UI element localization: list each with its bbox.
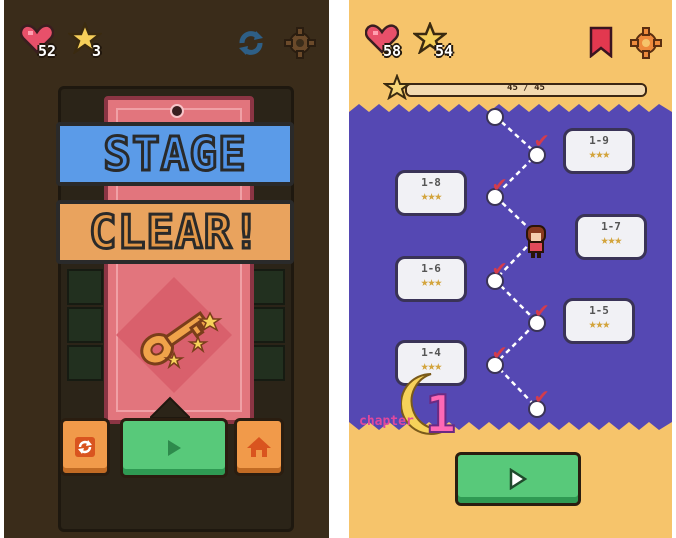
level-stars: ★★★ [588,147,610,162]
progress-star-icon [383,74,411,100]
level-bubble-1-5[interactable]: 1-5 ★★★ [563,298,635,344]
home-icon [247,437,271,457]
level-label: 1-8 [421,176,441,189]
checkmark-icon: ✔ [493,340,507,365]
restart-icon [75,437,95,457]
chapter-progress-bar: 45 / 45 [405,83,647,97]
board-cell [249,345,285,381]
level-stars: ★★★ [600,233,622,248]
stars-count: 3 [92,42,102,60]
board-cell [67,307,103,343]
banner-notch [150,396,190,418]
hearts-count: 52 [38,42,57,60]
level-bubble-1-9[interactable]: 1-9 ★★★ [563,128,635,174]
stage-title: STAGE [56,122,294,186]
chapter-label: chapter [359,414,414,429]
level-stars: ★★★ [420,189,442,204]
chapter-map-screen: 58 54 45 / 45 ✔ ✔ ✔ ✔ ✔ ✔ 1-9 ★★★ 1-8 ★★… [349,0,672,538]
board-cell [67,269,103,305]
level-bubble-1-6[interactable]: 1-6 ★★★ [395,256,467,302]
refresh-icon[interactable] [236,28,266,58]
checkmark-icon: ✔ [535,298,549,323]
progress-text: 45 / 45 [507,83,545,93]
play-button[interactable] [120,418,228,478]
checkmark-icon: ✔ [493,256,507,281]
level-label: 1-6 [421,262,441,275]
level-node[interactable] [486,108,504,126]
stars-count: 54 [435,42,454,60]
level-stars: ★★★ [588,317,610,332]
key-icon [116,277,232,393]
level-bubble-1-7[interactable]: 1-7 ★★★ [575,214,647,260]
level-label: 1-5 [589,304,609,317]
hearts-count: 58 [383,42,402,60]
checkmark-icon: ✔ [493,172,507,197]
banner-pin [170,104,184,118]
board-cell [67,345,103,381]
level-bubble-1-8[interactable]: 1-8 ★★★ [395,170,467,216]
restart-button[interactable] [60,418,110,476]
checkmark-icon: ✔ [535,128,549,153]
stage-clear-screen: 52 3 STAGE CLEAR! [4,0,329,538]
clear-title: CLEAR! [56,200,294,264]
chapter-number: 1 [424,384,457,446]
level-stars: ★★★ [420,275,442,290]
bookmark-icon[interactable] [589,26,613,58]
board-cell [249,307,285,343]
play-icon [509,468,528,490]
play-icon [168,440,181,456]
level-label: 1-9 [589,134,609,147]
character-icon [526,225,546,258]
checkmark-icon: ✔ [535,384,549,409]
gear-icon[interactable] [284,27,316,59]
level-label: 1-4 [421,346,441,359]
gear-icon[interactable] [630,27,662,59]
board-cell [249,269,285,305]
home-button[interactable] [234,418,284,476]
play-button[interactable] [455,452,581,506]
level-label: 1-7 [601,220,621,233]
